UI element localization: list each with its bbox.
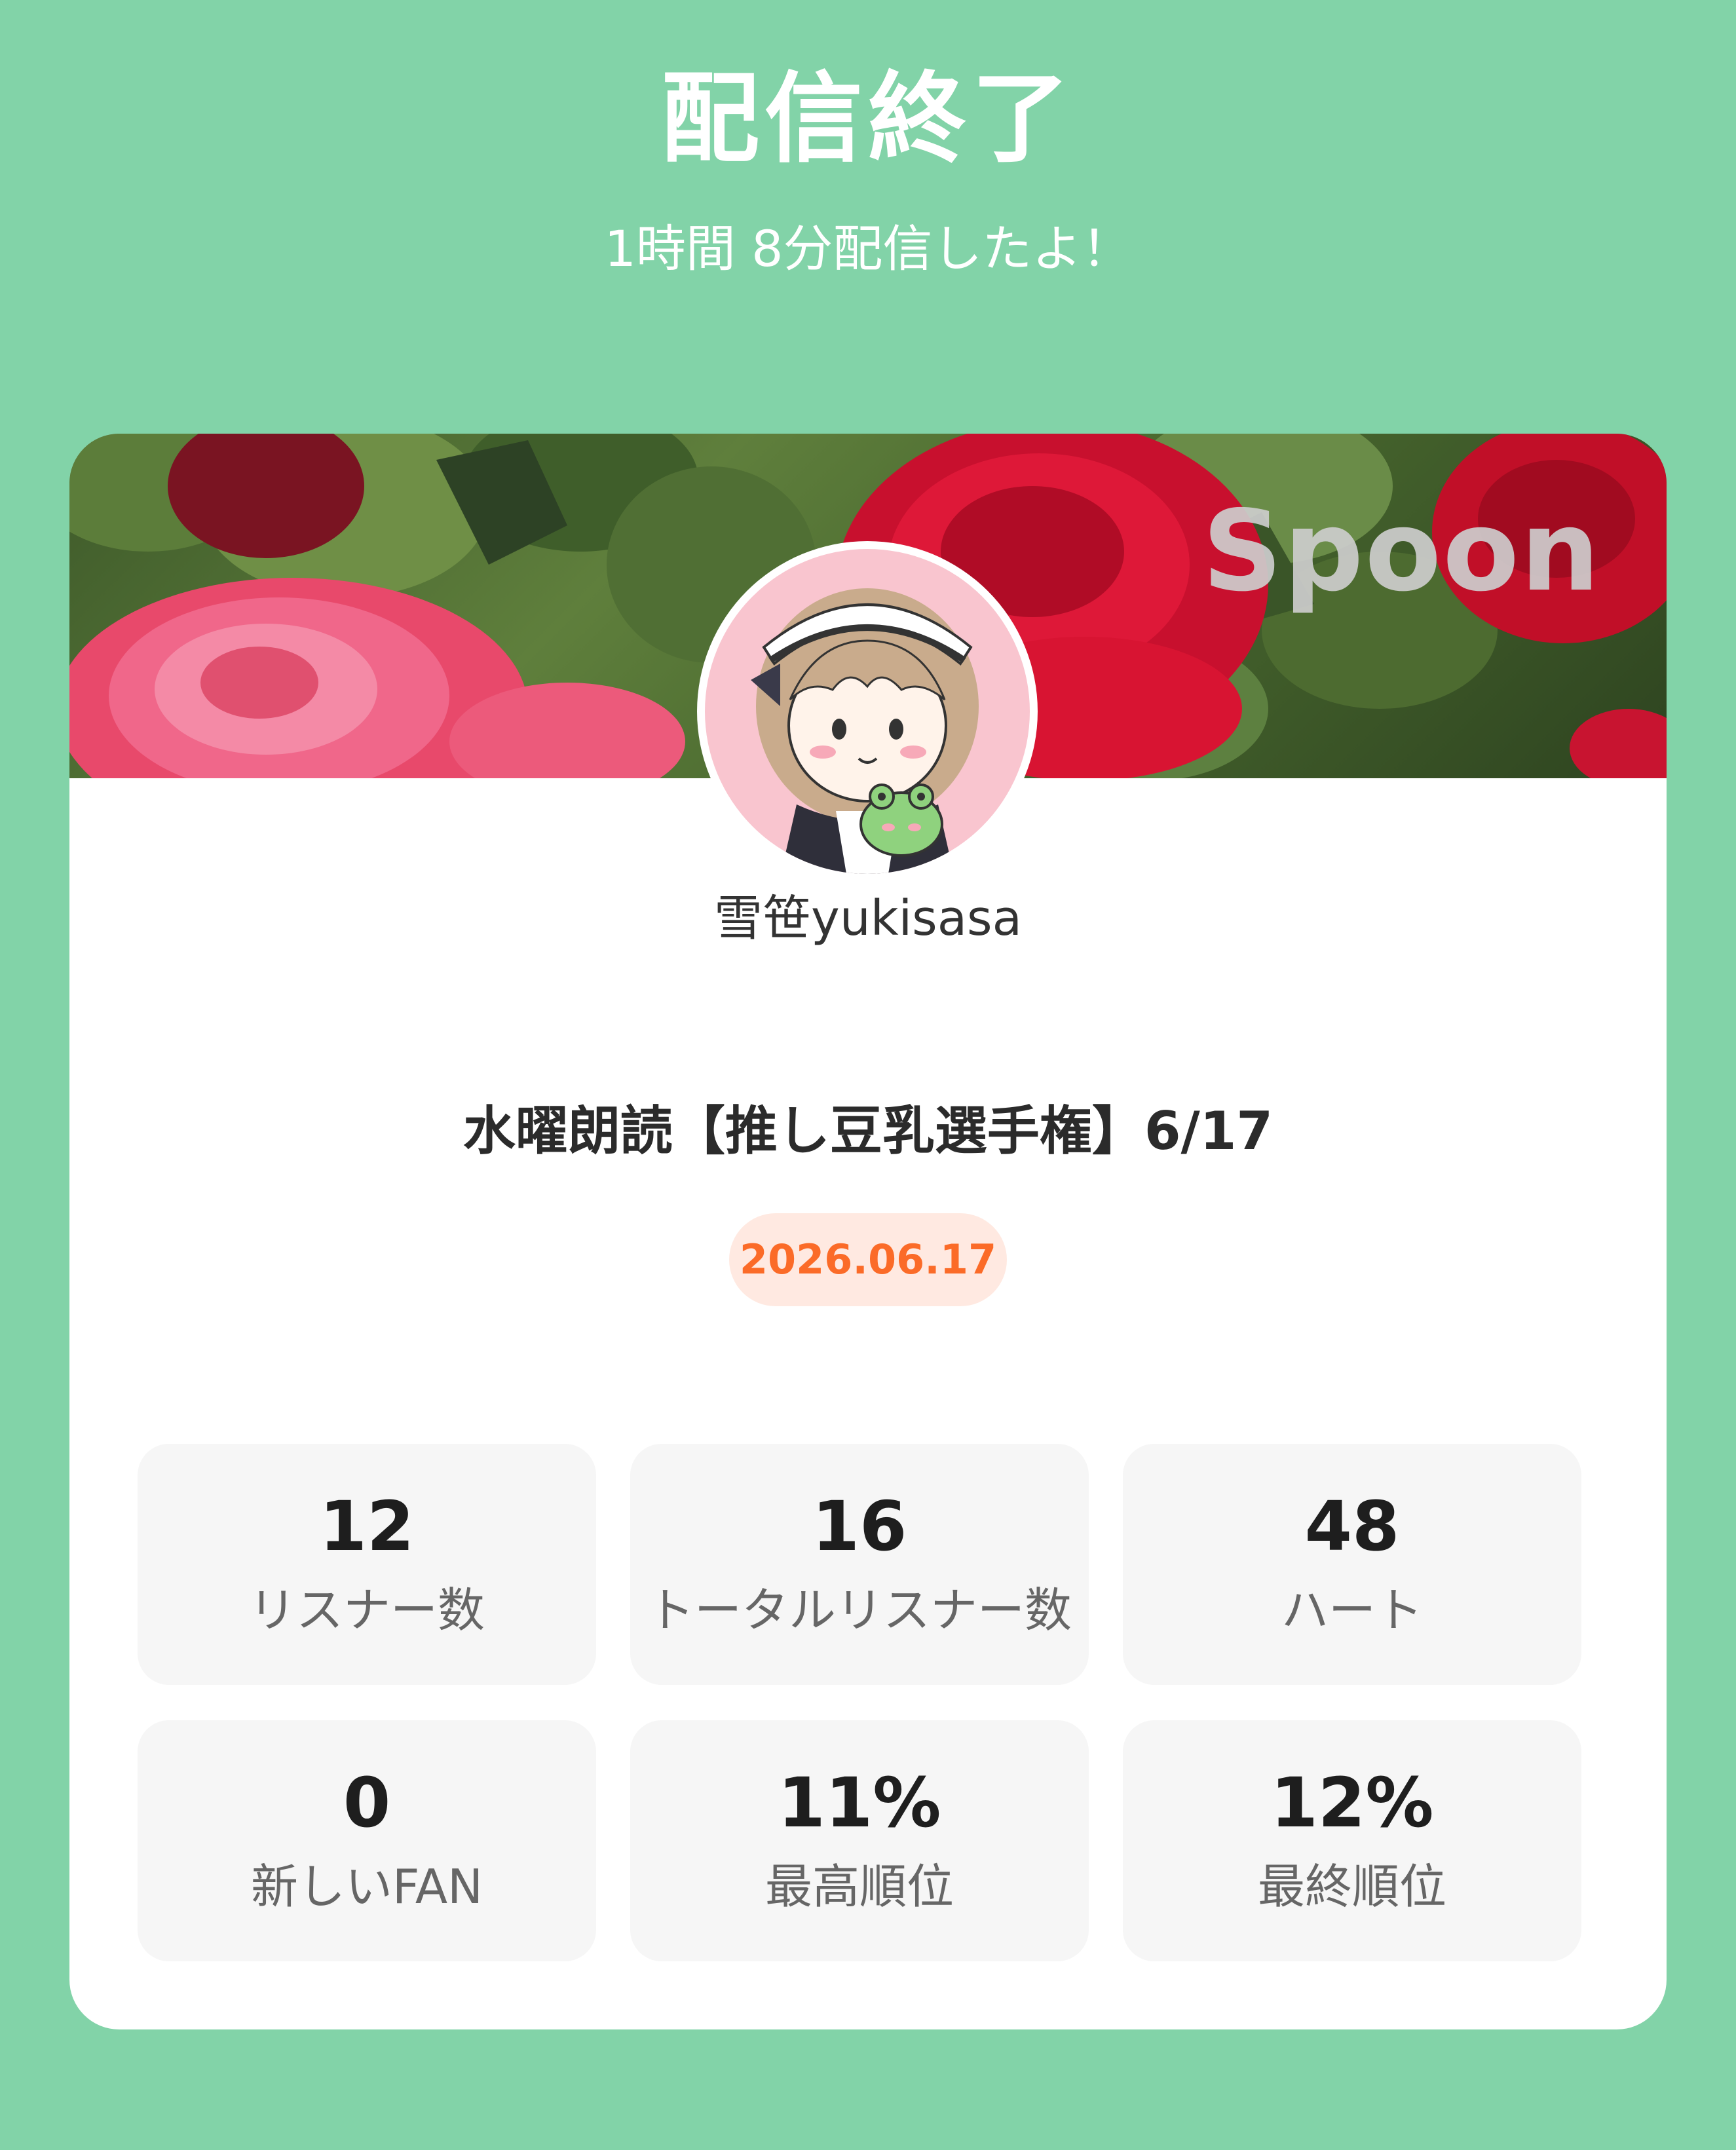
broadcast-title: 水曜朗読【推し豆乳選手権】6/17: [462, 1101, 1274, 1161]
stat-label: 最高順位: [764, 1859, 954, 1914]
stat-label: リスナー数: [248, 1583, 485, 1638]
page-title: 配信終了: [660, 62, 1075, 176]
stats-grid: 12 リスナー数 16 トータルリスナー数 48 ハート 0 新しいFAN 11…: [138, 1444, 1653, 1988]
stat-label: 新しいFAN: [251, 1859, 483, 1914]
stat-value: 16: [812, 1486, 907, 1566]
stat-label: ハート: [1281, 1583, 1423, 1638]
stat-value: 48: [1304, 1486, 1400, 1566]
stat-value: 11%: [778, 1763, 941, 1843]
stat-value: 0: [343, 1763, 391, 1843]
avatar[interactable]: [697, 541, 1038, 882]
date-badge: 2026.06.17: [729, 1213, 1007, 1306]
stat-tile-listeners: 12 リスナー数: [138, 1444, 596, 1685]
stat-label: 最終順位: [1257, 1859, 1446, 1914]
stat-tile-new-fans: 0 新しいFAN: [138, 1720, 596, 1961]
stat-tile-highest-rank: 11% 最高順位: [630, 1720, 1089, 1961]
stat-tile-final-rank: 12% 最終順位: [1123, 1720, 1581, 1961]
broadcast-duration: 1時間 8分配信したよ！: [604, 219, 1132, 278]
stat-tile-total-listeners: 16 トータルリスナー数: [630, 1444, 1089, 1685]
spoon-logo: Spoon: [1202, 487, 1601, 616]
maid-girl-with-frog-avatar: [705, 549, 1030, 874]
stat-value: 12: [319, 1486, 415, 1566]
stat-label: トータルリスナー数: [647, 1583, 1072, 1638]
stat-value: 12%: [1270, 1763, 1434, 1843]
username[interactable]: 雪笹yukisasa: [69, 886, 1667, 951]
stat-tile-hearts: 48 ハート: [1123, 1444, 1581, 1685]
broadcast-summary-card: Spoon 雪笹yukisasa 水曜朗読【推し豆乳選手権】6/17 2026.…: [69, 434, 1667, 2029]
